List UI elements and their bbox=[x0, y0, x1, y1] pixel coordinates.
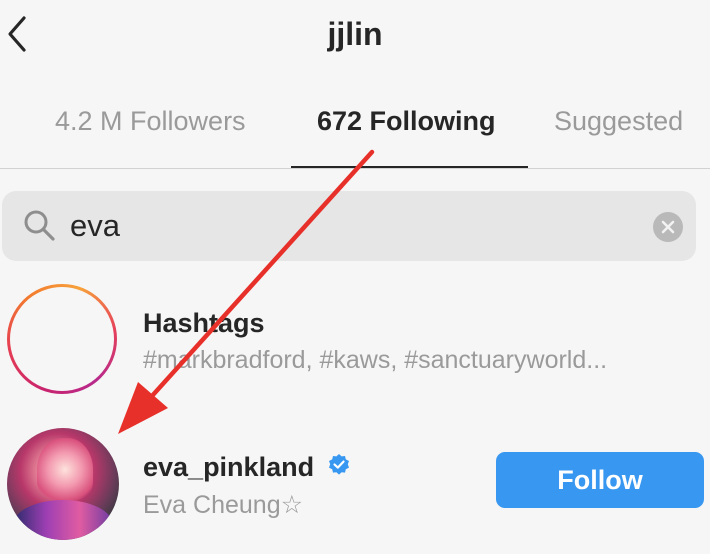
search-input[interactable] bbox=[70, 205, 630, 247]
hashtag-avatar bbox=[7, 284, 117, 394]
username: eva_pinkland bbox=[143, 452, 315, 482]
hashtags-title: Hashtags bbox=[143, 308, 265, 338]
page-title: jjlin bbox=[327, 16, 383, 52]
full-name: Eva Cheung☆ bbox=[143, 491, 304, 519]
tab-previous[interactable]: l bbox=[0, 106, 4, 137]
hashtags-result[interactable]: Hashtags #markbradford, #kaws, #sanctuar… bbox=[0, 282, 710, 412]
clear-icon[interactable] bbox=[653, 212, 683, 242]
user-result[interactable]: eva_pinkland Eva Cheung☆ Follow bbox=[0, 420, 710, 554]
hashtag-icon bbox=[38, 315, 86, 363]
search-icon bbox=[24, 210, 55, 241]
hashtags-subtitle: #markbradford, #kaws, #sanctuaryworld... bbox=[143, 346, 608, 374]
follow-tabs: l 4.2 M Followers 672 Following Suggeste… bbox=[0, 96, 710, 169]
header: jjlin bbox=[0, 0, 710, 78]
search-bar[interactable] bbox=[2, 191, 696, 261]
avatar[interactable] bbox=[7, 428, 119, 540]
tab-following[interactable]: 672 Following bbox=[317, 106, 496, 137]
follow-button[interactable]: Follow bbox=[496, 452, 704, 508]
tab-suggested[interactable]: Suggested bbox=[554, 106, 683, 137]
verified-badge-icon bbox=[329, 454, 349, 475]
active-tab-indicator bbox=[291, 166, 528, 168]
tab-followers[interactable]: 4.2 M Followers bbox=[55, 106, 246, 137]
